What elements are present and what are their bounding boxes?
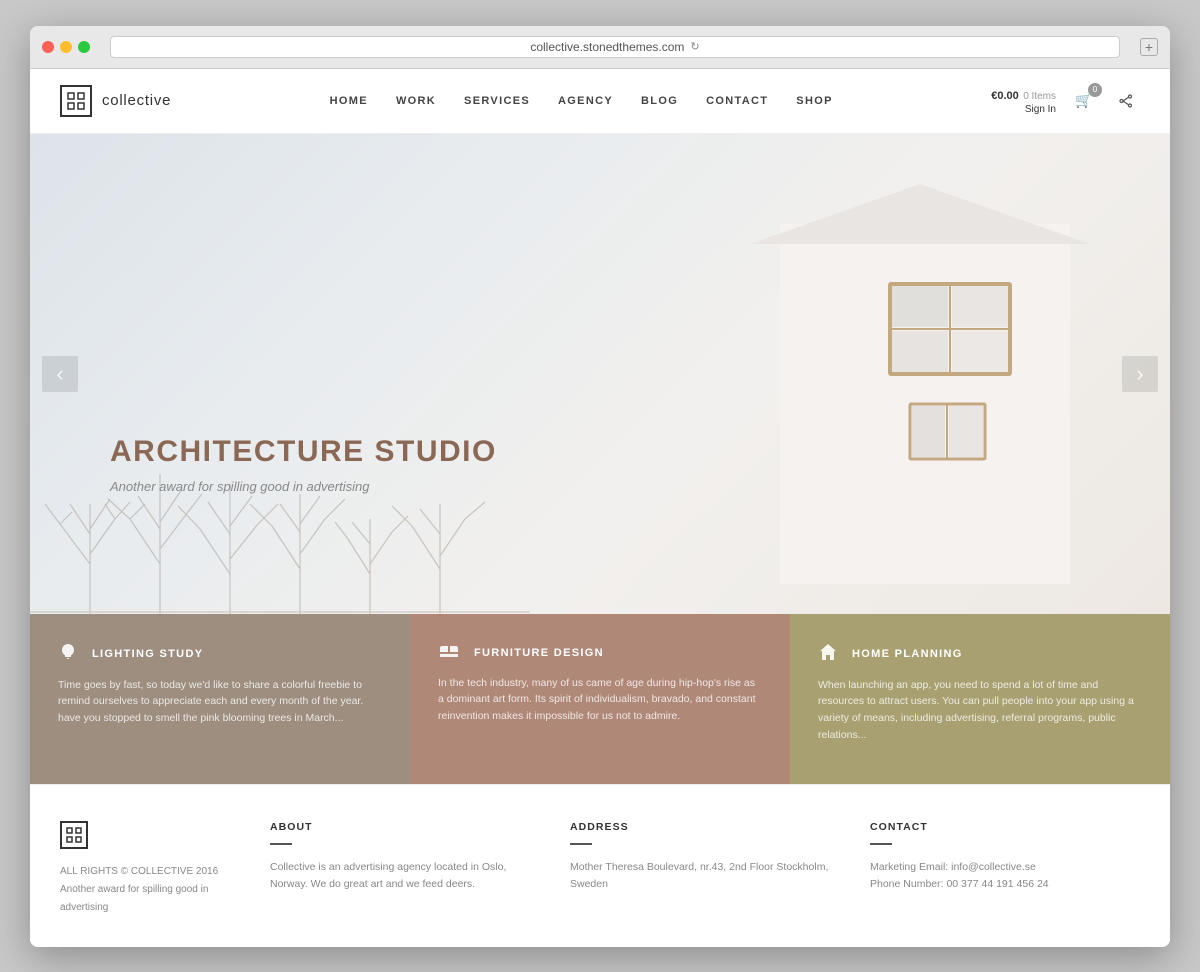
feature-header-furniture: FURNITURE DESIGN [438, 642, 762, 665]
hero-building-illustration [750, 164, 1090, 584]
footer-about: ABOUT Collective is an advertising agenc… [270, 821, 540, 917]
hero-content: ARCHITECTURE STUDIO Another award for sp… [110, 435, 497, 494]
new-tab-button[interactable]: + [1140, 38, 1158, 56]
nav-work[interactable]: WORK [396, 95, 436, 107]
close-button[interactable] [42, 41, 54, 53]
nav-home[interactable]: HOME [330, 95, 368, 107]
footer-contact-divider [870, 843, 892, 845]
feature-card-furniture: FURNITURE DESIGN In the tech industry, m… [410, 614, 790, 784]
refresh-icon[interactable]: ↻ [690, 40, 699, 53]
hero-subtitle: Another award for spilling good in adver… [110, 479, 497, 494]
feature-card-home: HOME PLANNING When launching an app, you… [790, 614, 1170, 784]
minimize-button[interactable] [60, 41, 72, 53]
feature-text-home: When launching an app, you need to spend… [818, 677, 1142, 744]
feature-title-lighting: LIGHTING STUDY [92, 648, 203, 660]
features-section: LIGHTING STUDY Time goes by fast, so tod… [30, 614, 1170, 784]
nav-shop[interactable]: SHOP [796, 95, 832, 107]
feature-title-home: HOME PLANNING [852, 648, 963, 660]
cart-icon[interactable]: 🛒 0 [1070, 87, 1098, 115]
hero-section: ARCHITECTURE STUDIO Another award for sp… [30, 134, 1170, 614]
nav-blog[interactable]: BLOG [641, 95, 678, 107]
hero-next-arrow[interactable]: › [1122, 356, 1158, 392]
url-text: collective.stonedthemes.com [530, 40, 684, 54]
footer-about-divider [270, 843, 292, 845]
footer-contact-title: CONTACT [870, 821, 1140, 833]
logo-text: collective [102, 92, 171, 109]
footer-brand: ALL RIGHTS © COLLECTIVE 2016 Another awa… [60, 821, 240, 917]
cart-badge: 0 [1088, 83, 1102, 97]
lightbulb-icon [58, 642, 78, 667]
hero-title: ARCHITECTURE STUDIO [110, 435, 497, 469]
browser-chrome: collective.stonedthemes.com ↻ + [30, 26, 1170, 69]
footer-about-text: Collective is an advertising agency loca… [270, 859, 540, 895]
nav-contact[interactable]: CONTACT [706, 95, 768, 107]
header-right: €0.00 0 Items Sign In 🛒 0 [991, 86, 1140, 115]
site-header: collective HOME WORK SERVICES AGENCY BLO… [30, 69, 1170, 134]
site-footer: ALL RIGHTS © COLLECTIVE 2016 Another awa… [30, 784, 1170, 947]
footer-logo-icon [60, 821, 88, 849]
footer-address: ADDRESS Mother Theresa Boulevard, nr.43,… [570, 821, 840, 917]
footer-about-title: ABOUT [270, 821, 540, 833]
logo-icon [60, 85, 92, 117]
footer-copy: ALL RIGHTS © COLLECTIVE 2016 Another awa… [60, 863, 240, 917]
logo[interactable]: collective [60, 85, 171, 117]
footer-address-title: ADDRESS [570, 821, 840, 833]
browser-window: collective.stonedthemes.com ↻ + collecti… [30, 26, 1170, 947]
share-icon[interactable] [1112, 87, 1140, 115]
sign-in-link[interactable]: Sign In [991, 104, 1056, 115]
footer-contact: CONTACT Marketing Email: info@collective… [870, 821, 1140, 917]
footer-address-text: Mother Theresa Boulevard, nr.43, 2nd Flo… [570, 859, 840, 895]
url-bar[interactable]: collective.stonedthemes.com ↻ [110, 36, 1120, 58]
cart-price: €0.00 [991, 90, 1019, 102]
feature-text-furniture: In the tech industry, many of us came of… [438, 675, 762, 725]
feature-header-lighting: LIGHTING STUDY [58, 642, 382, 667]
feature-text-lighting: Time goes by fast, so today we'd like to… [58, 677, 382, 727]
bed-icon [438, 642, 460, 665]
feature-card-lighting: LIGHTING STUDY Time goes by fast, so tod… [30, 614, 410, 784]
home-icon [818, 642, 838, 667]
cart-info: €0.00 0 Items Sign In [991, 86, 1056, 115]
footer-address-divider [570, 843, 592, 845]
fullscreen-button[interactable] [78, 41, 90, 53]
feature-title-furniture: FURNITURE DESIGN [474, 647, 604, 659]
traffic-lights [42, 41, 90, 53]
cart-items-label: 0 Items [1023, 91, 1056, 102]
feature-header-home: HOME PLANNING [818, 642, 1142, 667]
hero-prev-arrow[interactable]: ‹ [42, 356, 78, 392]
nav-services[interactable]: SERVICES [464, 95, 530, 107]
website: collective HOME WORK SERVICES AGENCY BLO… [30, 69, 1170, 947]
site-nav: HOME WORK SERVICES AGENCY BLOG CONTACT S… [171, 95, 991, 107]
footer-contact-text: Marketing Email: info@collective.se Phon… [870, 859, 1140, 895]
nav-agency[interactable]: AGENCY [558, 95, 613, 107]
